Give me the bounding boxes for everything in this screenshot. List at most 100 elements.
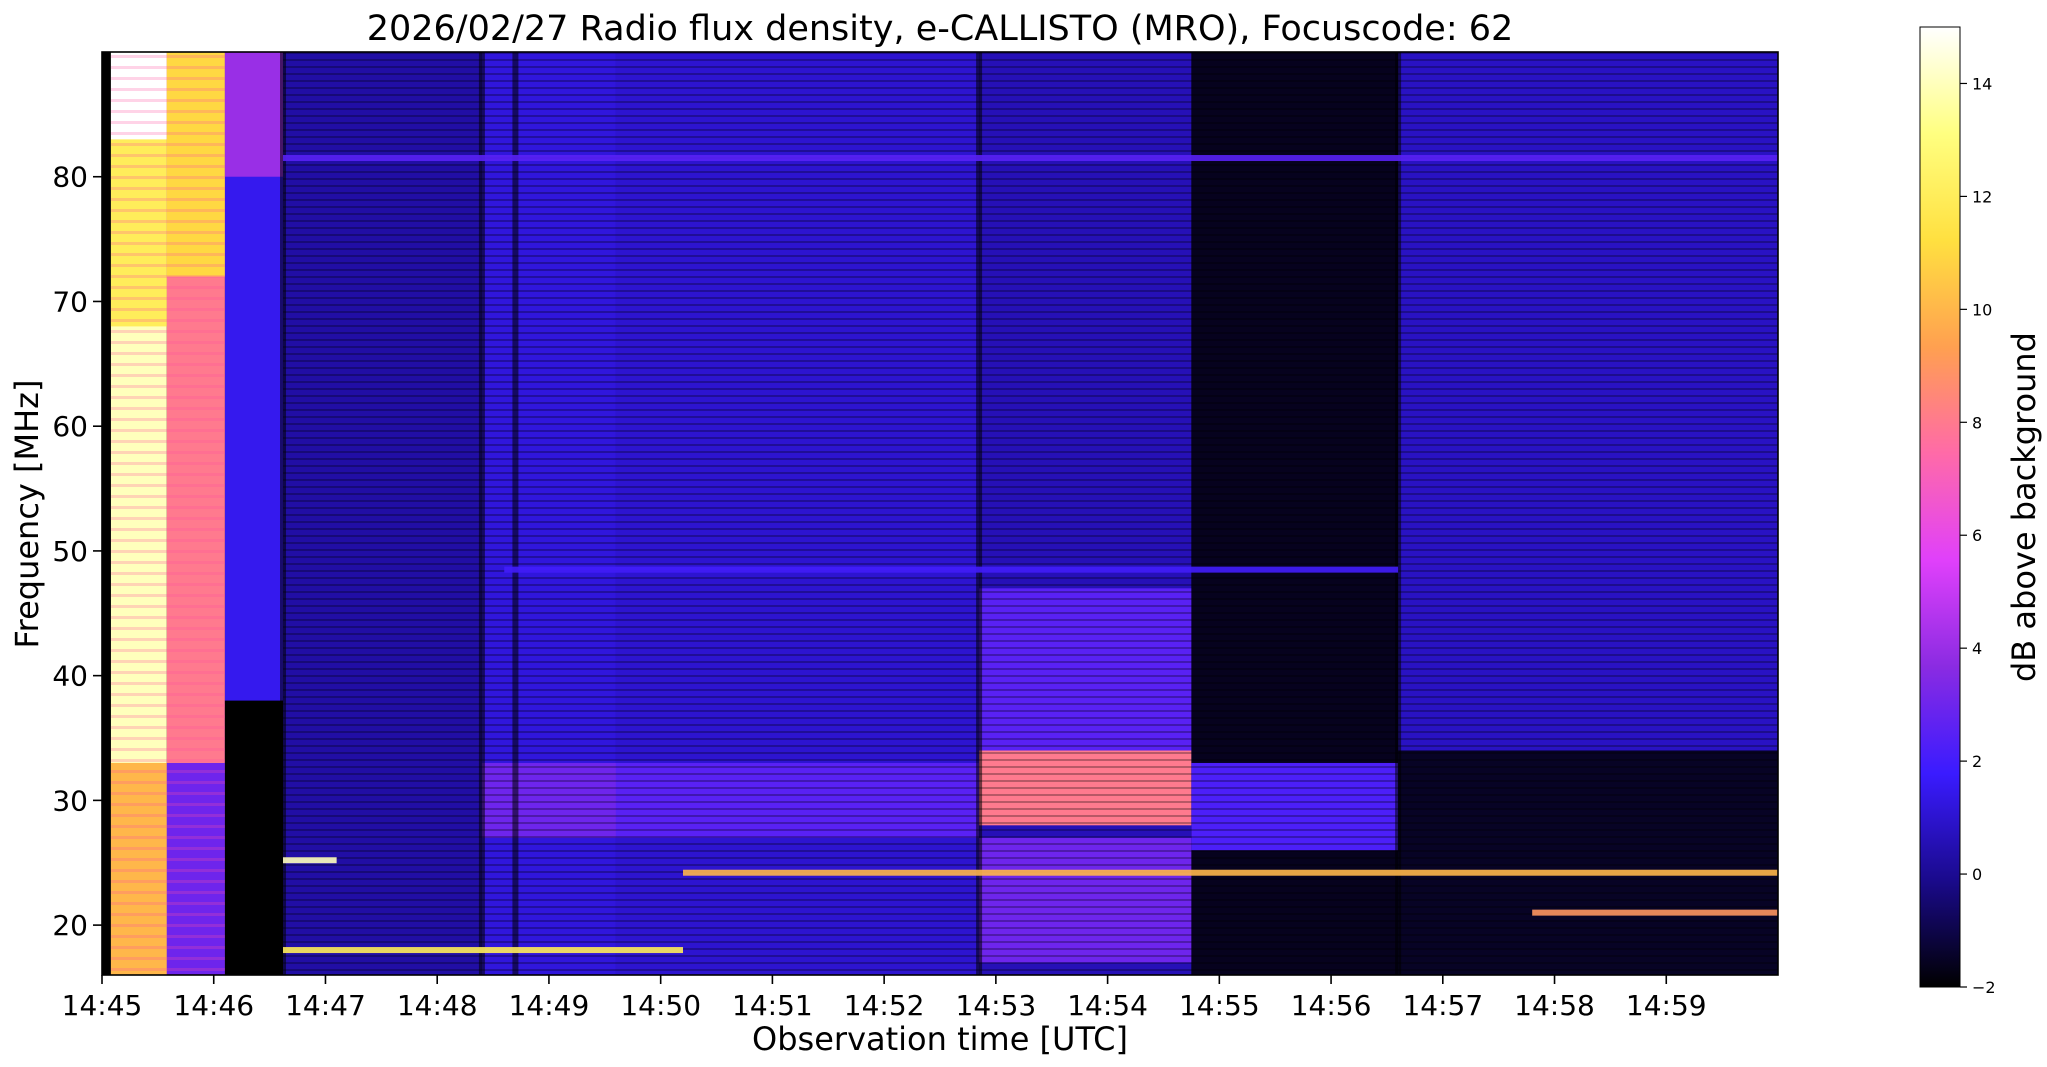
channel-stripe bbox=[110, 770, 225, 773]
x-tick-label: 14:47 bbox=[285, 989, 366, 1022]
channel-stripe bbox=[283, 87, 1778, 89]
channel-stripe bbox=[283, 339, 1778, 341]
colorbar-tick-label: 8 bbox=[1972, 413, 1982, 432]
channel-stripe bbox=[283, 325, 1778, 327]
channel-stripe bbox=[283, 101, 1778, 103]
channel-stripe bbox=[283, 591, 1778, 593]
channel-stripe bbox=[110, 946, 225, 949]
channel-stripe bbox=[283, 185, 1778, 187]
colorbar-ticks: −2 0 2 4 6 8 10 12 14 bbox=[1960, 74, 1996, 997]
spectrogram-plot-area bbox=[102, 52, 1778, 975]
channel-stripe bbox=[283, 535, 1778, 537]
channel-stripe bbox=[110, 253, 225, 256]
channel-stripe bbox=[283, 213, 1778, 215]
colorbar-tick-label: −2 bbox=[1972, 978, 1996, 997]
channel-stripe bbox=[110, 231, 225, 234]
channel-stripe bbox=[283, 584, 1778, 586]
channel-stripe bbox=[110, 660, 225, 663]
colorbar: −2 0 2 4 6 8 10 12 14 dB above background bbox=[1919, 26, 2043, 997]
channel-stripe bbox=[283, 654, 1778, 656]
channel-stripe bbox=[283, 346, 1778, 348]
channel-stripe bbox=[110, 803, 225, 806]
channel-stripe bbox=[110, 506, 225, 509]
y-tick-label: 70 bbox=[52, 285, 88, 318]
channel-stripe bbox=[110, 198, 225, 201]
channel-stripe bbox=[110, 286, 225, 289]
channel-stripe bbox=[283, 136, 1778, 138]
channel-stripe bbox=[283, 836, 1778, 838]
channel-stripe bbox=[283, 738, 1778, 740]
channel-stripe bbox=[283, 500, 1778, 502]
channel-stripe bbox=[110, 187, 225, 190]
channel-stripe bbox=[283, 108, 1778, 110]
channel-stripe bbox=[110, 209, 225, 212]
colorbar-tick-label: 0 bbox=[1972, 865, 1982, 884]
x-tick-label: 14:50 bbox=[620, 989, 701, 1022]
channel-stripe bbox=[283, 920, 1778, 922]
channel-stripe bbox=[110, 385, 225, 388]
channel-stripe bbox=[110, 88, 225, 91]
channel-stripe bbox=[283, 773, 1778, 775]
channel-stripe bbox=[283, 808, 1778, 810]
channel-stripe bbox=[110, 407, 225, 410]
spectrogram-band bbox=[224, 700, 284, 975]
spectrogram-figure: 2026/02/27 Radio flux density, e-CALLIST… bbox=[8, 9, 2043, 1058]
channel-stripe bbox=[283, 402, 1778, 404]
channel-stripe bbox=[283, 675, 1778, 677]
channel-stripe bbox=[283, 367, 1778, 369]
channel-stripe bbox=[110, 220, 225, 223]
spectrogram-segment bbox=[102, 52, 111, 975]
channel-stripe bbox=[283, 794, 1778, 796]
channel-stripe bbox=[110, 748, 225, 751]
channel-stripe bbox=[283, 192, 1778, 194]
channel-stripe bbox=[283, 640, 1778, 642]
channel-stripe bbox=[283, 493, 1778, 495]
channel-stripe bbox=[283, 577, 1778, 579]
emission-line bbox=[1532, 909, 1778, 916]
channel-stripe bbox=[283, 787, 1778, 789]
channel-stripe bbox=[283, 885, 1778, 887]
channel-stripe bbox=[110, 550, 225, 553]
channel-stripe bbox=[283, 129, 1778, 131]
channel-stripe bbox=[110, 781, 225, 784]
channel-stripe bbox=[283, 857, 1778, 859]
channel-stripe bbox=[110, 99, 225, 102]
channel-stripe bbox=[283, 283, 1778, 285]
channel-stripe bbox=[110, 374, 225, 377]
channel-stripe bbox=[283, 374, 1778, 376]
channel-stripe bbox=[283, 262, 1778, 264]
channel-stripe bbox=[110, 924, 225, 927]
time-gap-line bbox=[478, 52, 485, 975]
chart-title: 2026/02/27 Radio flux density, e-CALLIST… bbox=[367, 9, 1514, 49]
time-gap-line bbox=[1395, 52, 1402, 975]
channel-stripe bbox=[283, 430, 1778, 432]
channel-stripe bbox=[283, 143, 1778, 145]
x-tick-label: 14:55 bbox=[1179, 989, 1260, 1022]
channel-stripe bbox=[110, 627, 225, 630]
channel-stripe bbox=[110, 814, 225, 817]
channel-stripe bbox=[283, 724, 1778, 726]
channel-stripe bbox=[110, 605, 225, 608]
spectrogram-band bbox=[224, 52, 284, 177]
channel-stripe bbox=[283, 59, 1778, 61]
x-tick-label: 14:51 bbox=[732, 989, 813, 1022]
colorbar-tick-label: 14 bbox=[1972, 74, 1992, 93]
time-gap-line bbox=[512, 52, 519, 975]
channel-stripe bbox=[110, 451, 225, 454]
time-gap-line bbox=[976, 52, 983, 975]
channel-stripe bbox=[110, 869, 225, 872]
channel-stripe bbox=[110, 77, 225, 80]
channel-stripe bbox=[283, 717, 1778, 719]
channel-stripe bbox=[283, 304, 1778, 306]
channel-stripe bbox=[283, 563, 1778, 565]
channel-stripe bbox=[283, 927, 1778, 929]
channel-stripe bbox=[283, 612, 1778, 614]
channel-stripe bbox=[110, 594, 225, 597]
channel-stripe bbox=[283, 647, 1778, 649]
channel-stripe bbox=[283, 395, 1778, 397]
channel-stripe bbox=[283, 290, 1778, 292]
channel-stripe bbox=[110, 957, 225, 960]
channel-stripe bbox=[283, 514, 1778, 516]
channel-stripe bbox=[110, 836, 225, 839]
channel-stripe bbox=[283, 878, 1778, 880]
